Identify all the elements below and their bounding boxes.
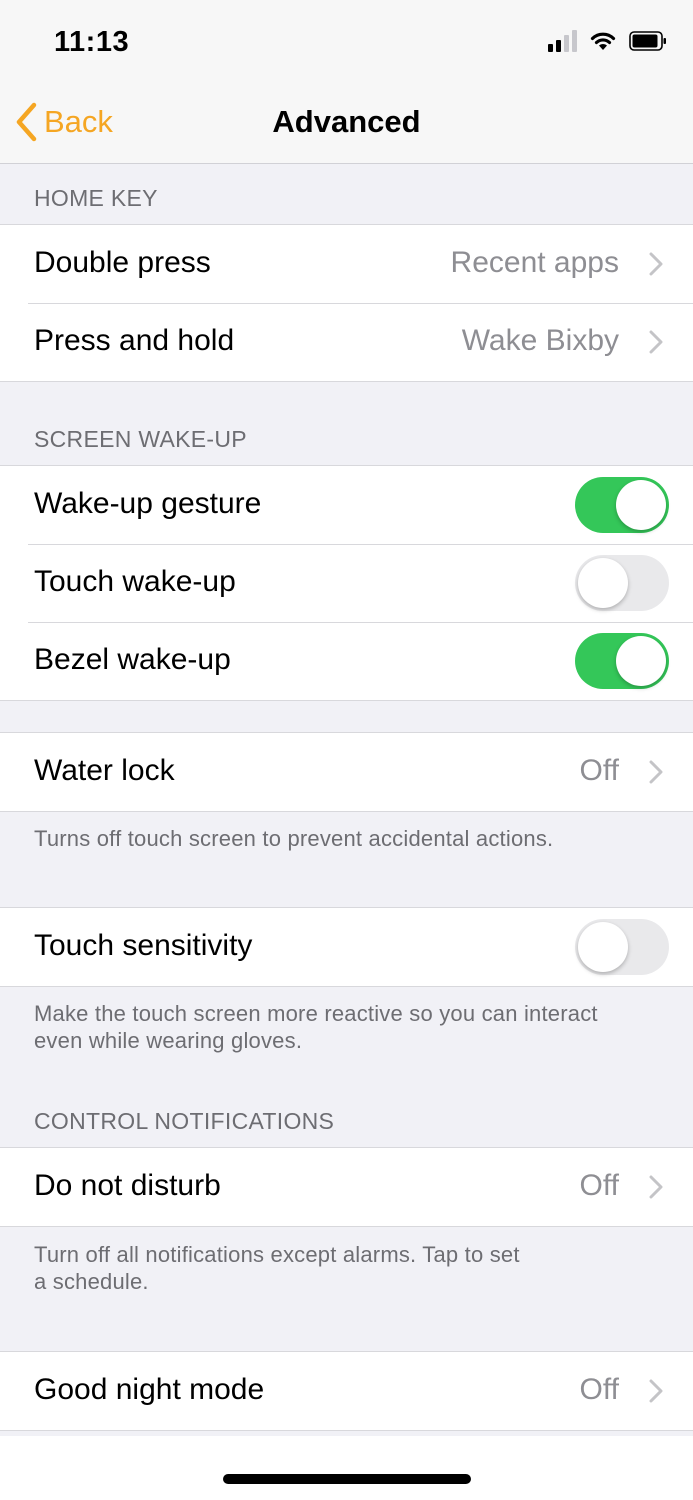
row-label: Wake-up gesture bbox=[34, 487, 262, 520]
bezel-wakeup-row: Bezel wake-up bbox=[0, 622, 693, 700]
touch-sensitivity-note: Make the touch screen more reactive so y… bbox=[34, 1000, 654, 1054]
chevron-right-icon bbox=[649, 760, 663, 784]
note-line: a schedule. bbox=[34, 1269, 149, 1294]
home-indicator[interactable] bbox=[223, 1474, 471, 1484]
status-time: 11:13 bbox=[54, 26, 130, 58]
chevron-right-icon bbox=[649, 1175, 663, 1199]
water-lock-note: Turns off touch screen to prevent accide… bbox=[34, 826, 554, 851]
chevron-right-icon bbox=[649, 252, 663, 276]
screen-wakeup-group: Wake-up gesture Touch wake-up Bezel wake… bbox=[0, 465, 693, 701]
touch-wakeup-row: Touch wake-up bbox=[0, 544, 693, 622]
section-header-home-key: HOME KEY bbox=[34, 185, 158, 211]
row-value: Off bbox=[579, 1373, 619, 1406]
touch-wakeup-toggle[interactable] bbox=[575, 555, 669, 611]
row-value: Recent apps bbox=[450, 246, 619, 279]
water-lock-group: Water lock Off bbox=[0, 732, 693, 812]
row-label: Water lock bbox=[34, 754, 175, 787]
note-line: even while wearing gloves. bbox=[34, 1028, 303, 1053]
toggle-knob bbox=[616, 636, 666, 686]
cellular-signal-icon bbox=[548, 30, 577, 52]
water-lock-row[interactable]: Water lock Off bbox=[0, 733, 693, 811]
row-label: Touch sensitivity bbox=[34, 929, 253, 962]
row-label: Press and hold bbox=[34, 324, 235, 357]
row-label: Good night mode bbox=[34, 1373, 265, 1406]
battery-icon bbox=[629, 31, 666, 51]
row-label: Touch wake-up bbox=[34, 565, 236, 598]
note-line: Turn off all notifications except alarms… bbox=[34, 1242, 520, 1267]
toggle-knob bbox=[578, 558, 628, 608]
page-title: Advanced bbox=[272, 104, 421, 139]
good-night-group: Good night mode Off bbox=[0, 1351, 693, 1431]
double-press-row[interactable]: Double press Recent apps bbox=[0, 225, 693, 303]
home-key-group: Double press Recent apps Press and hold … bbox=[0, 224, 693, 382]
touch-sensitivity-group: Touch sensitivity bbox=[0, 907, 693, 987]
good-night-mode-row[interactable]: Good night mode Off bbox=[0, 1352, 693, 1430]
status-bar: 11:13 bbox=[0, 0, 693, 80]
do-not-disturb-row[interactable]: Do not disturb Off bbox=[0, 1148, 693, 1226]
status-icons bbox=[548, 30, 667, 52]
touch-sensitivity-toggle[interactable] bbox=[575, 919, 669, 975]
section-header-screen-wakeup: SCREEN WAKE-UP bbox=[34, 426, 247, 452]
press-and-hold-row[interactable]: Press and hold Wake Bixby bbox=[0, 303, 693, 381]
row-value: Off bbox=[579, 1169, 619, 1202]
row-value: Off bbox=[579, 754, 619, 787]
note-line: Make the touch screen more reactive so y… bbox=[34, 1001, 598, 1026]
do-not-disturb-note: Turn off all notifications except alarms… bbox=[34, 1241, 654, 1295]
section-header-control-notifications: CONTROL NOTIFICATIONS bbox=[34, 1108, 335, 1134]
touch-sensitivity-row: Touch sensitivity bbox=[0, 908, 693, 986]
bezel-wakeup-toggle[interactable] bbox=[575, 633, 669, 689]
bottom-safe-area bbox=[0, 1436, 693, 1500]
row-label: Bezel wake-up bbox=[34, 643, 231, 676]
row-label: Double press bbox=[34, 246, 211, 279]
wakeup-gesture-toggle[interactable] bbox=[575, 477, 669, 533]
control-notifications-group: Do not disturb Off bbox=[0, 1147, 693, 1227]
row-value: Wake Bixby bbox=[461, 324, 619, 357]
chevron-right-icon bbox=[649, 330, 663, 354]
wakeup-gesture-row: Wake-up gesture bbox=[0, 466, 693, 544]
chevron-right-icon bbox=[649, 1379, 663, 1403]
toggle-knob bbox=[616, 480, 666, 530]
toggle-knob bbox=[578, 922, 628, 972]
row-label: Do not disturb bbox=[34, 1169, 221, 1202]
wifi-icon bbox=[590, 32, 616, 50]
navigation-bar: Back Advanced bbox=[0, 80, 693, 164]
